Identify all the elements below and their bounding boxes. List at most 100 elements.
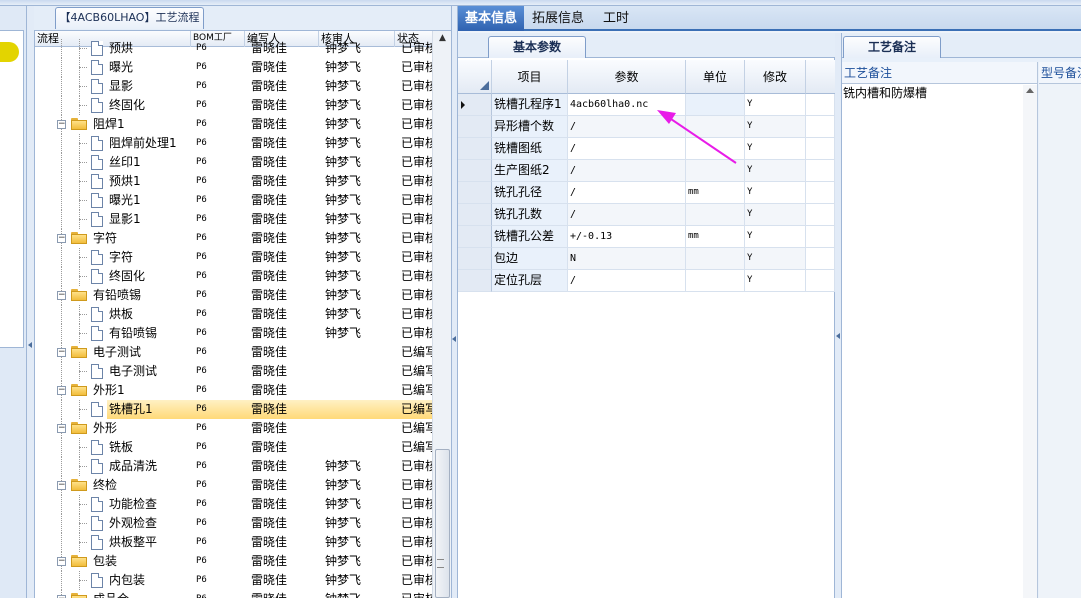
param-value-cell[interactable]: / <box>568 182 686 204</box>
params-row[interactable]: 铣孔孔数 / Y <box>458 204 835 226</box>
params-header-modify[interactable]: 修改 <box>745 60 806 94</box>
chat-bubble-icon[interactable] <box>0 42 19 62</box>
row-header[interactable] <box>458 94 492 116</box>
collapse-toggle-icon[interactable]: − <box>57 424 66 433</box>
params-header-item[interactable]: 项目 <box>492 60 568 94</box>
tree-row[interactable]: 显影1 P6 雷晓佳 钟梦飞 已审核 <box>35 210 432 229</box>
tree-row[interactable]: 显影 P6 雷晓佳 钟梦飞 已审核 <box>35 77 432 96</box>
tree-row[interactable]: 电子测试 P6 雷晓佳 已编写 <box>35 362 432 381</box>
tree-row[interactable]: 终固化 P6 雷晓佳 钟梦飞 已审核 <box>35 96 432 115</box>
param-unit-cell[interactable] <box>686 160 745 182</box>
tree-row[interactable]: 丝印1 P6 雷晓佳 钟梦飞 已审核 <box>35 153 432 172</box>
param-unit-cell[interactable] <box>686 138 745 160</box>
param-modify-cell[interactable]: Y <box>745 182 806 204</box>
scroll-up-icon[interactable] <box>1026 88 1034 93</box>
collapse-middle-arrow-icon[interactable] <box>452 336 456 342</box>
tab-work-hours[interactable]: 工时 <box>594 6 638 31</box>
param-modify-cell[interactable]: Y <box>745 160 806 182</box>
row-header[interactable] <box>458 160 492 182</box>
tab-basic-info[interactable]: 基本信息 <box>458 6 524 31</box>
row-header[interactable] <box>458 204 492 226</box>
params-row[interactable]: 铣槽孔程序1 4acb60lha0.nc Y <box>458 94 835 116</box>
model-remarks-textarea[interactable] <box>1039 84 1081 598</box>
tree-row[interactable]: 预烘1 P6 雷晓佳 钟梦飞 已审核 <box>35 172 432 191</box>
collapse-left-arrow-icon[interactable] <box>28 342 32 348</box>
collapse-toggle-icon[interactable]: − <box>57 348 66 357</box>
tree-vertical-scrollbar[interactable]: ▲ <box>432 31 452 598</box>
params-row[interactable]: 定位孔层 / Y <box>458 270 835 292</box>
tree-row[interactable]: 功能检查 P6 雷晓佳 钟梦飞 已审核 <box>35 495 432 514</box>
row-header[interactable] <box>458 248 492 270</box>
params-grid-corner[interactable] <box>458 60 492 94</box>
tree-row[interactable]: 外观检查 P6 雷晓佳 钟梦飞 已审核 <box>35 514 432 533</box>
collapse-toggle-icon[interactable]: − <box>57 234 66 243</box>
param-value-cell[interactable]: / <box>568 160 686 182</box>
param-modify-cell[interactable]: Y <box>745 94 806 116</box>
tree-row[interactable]: 内包装 P6 雷晓佳 钟梦飞 已审核 <box>35 571 432 590</box>
param-modify-cell[interactable]: Y <box>745 138 806 160</box>
tree-row[interactable]: − 终检 P6 雷晓佳 钟梦飞 已审核 <box>35 476 432 495</box>
row-header[interactable] <box>458 182 492 204</box>
collapse-toggle-icon[interactable]: − <box>57 386 66 395</box>
tree-row[interactable]: 铣板 P6 雷晓佳 已编写 <box>35 438 432 457</box>
param-unit-cell[interactable] <box>686 270 745 292</box>
tree-row[interactable]: −成品仓P6雷晓佳钟梦飞已审核 <box>35 590 432 598</box>
params-header-unit[interactable]: 单位 <box>686 60 745 94</box>
param-modify-cell[interactable]: Y <box>745 204 806 226</box>
tree-row[interactable]: 曝光1 P6 雷晓佳 钟梦飞 已审核 <box>35 191 432 210</box>
param-unit-cell[interactable]: mm <box>686 182 745 204</box>
param-modify-cell[interactable]: Y <box>745 248 806 270</box>
param-unit-cell[interactable] <box>686 204 745 226</box>
row-header[interactable] <box>458 138 492 160</box>
row-header[interactable] <box>458 226 492 248</box>
tree-row[interactable]: 烘板 P6 雷晓佳 钟梦飞 已审核 <box>35 305 432 324</box>
scroll-thumb[interactable] <box>435 449 450 598</box>
tree-row[interactable]: − 字符 P6 雷晓佳 钟梦飞 已审核 <box>35 229 432 248</box>
tree-row[interactable]: 预烘 P6 雷晓佳 钟梦飞 已审核 <box>35 39 432 58</box>
params-row[interactable]: 异形槽个数 / Y <box>458 116 835 138</box>
collapse-toggle-icon[interactable]: − <box>57 120 66 129</box>
param-unit-cell[interactable] <box>686 116 745 138</box>
param-value-cell[interactable]: +/-0.13 <box>568 226 686 248</box>
tree-row[interactable]: − 外形 P6 雷晓佳 已编写 <box>35 419 432 438</box>
collapse-toggle-icon[interactable]: − <box>57 291 66 300</box>
collapse-toggle-icon[interactable]: − <box>57 557 66 566</box>
tree-row[interactable]: 有铅喷锡 P6 雷晓佳 钟梦飞 已审核 <box>35 324 432 343</box>
row-header[interactable] <box>458 270 492 292</box>
remarks-scrollbar[interactable] <box>1023 85 1037 598</box>
tab-process-remarks[interactable]: 工艺备注 <box>843 36 941 58</box>
param-value-cell[interactable]: / <box>568 138 686 160</box>
collapse-right-arrow-icon[interactable] <box>836 333 840 339</box>
params-header-param[interactable]: 参数 <box>568 60 686 94</box>
params-row[interactable]: 生产图纸2/ Y <box>458 160 835 182</box>
param-modify-cell[interactable]: Y <box>745 116 806 138</box>
middle-splitter[interactable] <box>451 6 458 598</box>
tree-row[interactable]: − 包装 P6 雷晓佳 钟梦飞 已审核 <box>35 552 432 571</box>
tree-row[interactable]: − 电子测试 P6 雷晓佳 已编写 <box>35 343 432 362</box>
process-remarks-textarea[interactable]: 铣内槽和防爆槽 <box>842 84 1038 598</box>
param-unit-cell[interactable] <box>686 248 745 270</box>
param-value-cell[interactable]: N <box>568 248 686 270</box>
tab-extended-info[interactable]: 拓展信息 <box>526 6 590 31</box>
param-value-cell[interactable]: / <box>568 116 686 138</box>
param-unit-cell[interactable]: mm <box>686 226 745 248</box>
params-row[interactable]: 铣槽图纸 / Y <box>458 138 835 160</box>
param-unit-cell[interactable] <box>686 94 745 116</box>
tree-row[interactable]: 阻焊前处理1 P6 雷晓佳 钟梦飞 已审核 <box>35 134 432 153</box>
flow-tab[interactable]: 【4ACB60LHAO】工艺流程 <box>55 7 204 29</box>
params-row[interactable]: 铣孔孔径 / mm Y <box>458 182 835 204</box>
tree-row[interactable]: 成品清洗 P6 雷晓佳 钟梦飞 已审核 <box>35 457 432 476</box>
param-modify-cell[interactable]: Y <box>745 226 806 248</box>
scroll-up-icon[interactable]: ▲ <box>436 33 449 46</box>
param-value-cell[interactable]: / <box>568 204 686 226</box>
tree-row[interactable]: − 有铅喷锡 P6 雷晓佳 钟梦飞 已审核 <box>35 286 432 305</box>
param-value-cell[interactable]: 4acb60lha0.nc <box>568 94 686 116</box>
param-value-cell[interactable]: / <box>568 270 686 292</box>
tree-row[interactable]: 曝光 P6 雷晓佳 钟梦飞 已审核 <box>35 58 432 77</box>
tree-row[interactable]: − 阻焊1 P6 雷晓佳 钟梦飞 已审核 <box>35 115 432 134</box>
param-modify-cell[interactable]: Y <box>745 270 806 292</box>
tree-row[interactable]: 铣槽孔1 P6 雷晓佳 已编写 <box>61 400 432 419</box>
right-splitter[interactable] <box>835 33 842 598</box>
left-splitter[interactable] <box>27 6 34 598</box>
row-header[interactable] <box>458 116 492 138</box>
